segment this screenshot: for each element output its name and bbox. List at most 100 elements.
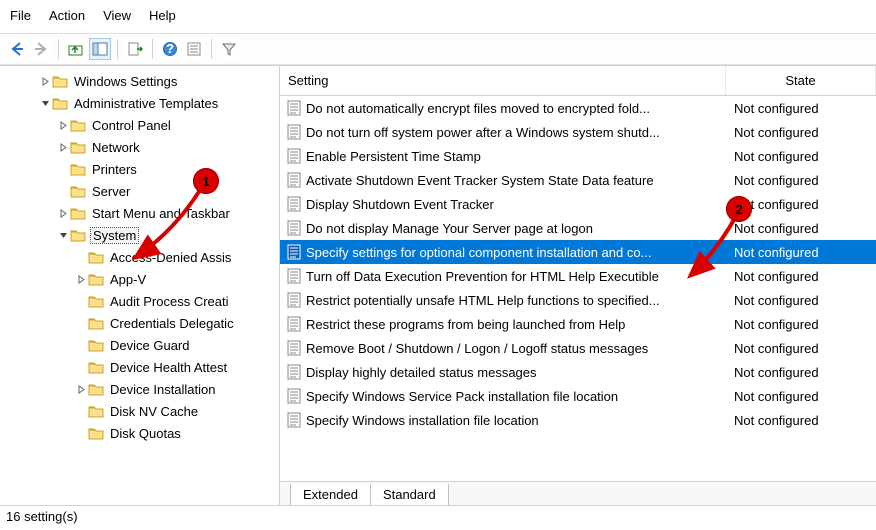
tree-expander-icon[interactable] — [56, 209, 70, 218]
tree-pane[interactable]: Windows SettingsAdministrative Templates… — [0, 66, 280, 505]
settings-row[interactable]: Restrict these programs from being launc… — [280, 312, 876, 336]
folder-icon — [52, 74, 68, 88]
tree-node[interactable]: System — [2, 224, 277, 246]
settings-row[interactable]: Restrict potentially unsafe HTML Help fu… — [280, 288, 876, 312]
toolbar-up-button[interactable] — [65, 38, 87, 60]
settings-row[interactable]: Specify Windows Service Pack installatio… — [280, 384, 876, 408]
toolbar-separator — [152, 39, 153, 59]
tree-node[interactable]: Server — [2, 180, 277, 202]
settings-row[interactable]: Specify Windows installation file locati… — [280, 408, 876, 432]
toolbar-help-button[interactable]: ? — [159, 38, 181, 60]
policy-icon — [286, 196, 302, 212]
toolbar-showhide-button[interactable] — [89, 38, 111, 60]
setting-state: Not configured — [726, 221, 876, 236]
tree-node[interactable]: Disk Quotas — [2, 422, 277, 444]
settings-row[interactable]: Turn off Data Execution Prevention for H… — [280, 264, 876, 288]
toolbar-separator — [211, 39, 212, 59]
tree-node[interactable]: Credentials Delegatic — [2, 312, 277, 334]
forward-arrow-icon — [33, 41, 49, 57]
folder-icon — [70, 184, 86, 198]
settings-row[interactable]: Specify settings for optional component … — [280, 240, 876, 264]
policy-icon — [286, 124, 302, 140]
settings-row[interactable]: Remove Boot / Shutdown / Logon / Logoff … — [280, 336, 876, 360]
tree-node[interactable]: Windows Settings — [2, 70, 277, 92]
folder-icon — [88, 294, 104, 308]
setting-name: Display highly detailed status messages — [306, 365, 726, 380]
policy-icon — [286, 268, 302, 284]
settings-row[interactable]: Display highly detailed status messagesN… — [280, 360, 876, 384]
tree-node[interactable]: Administrative Templates — [2, 92, 277, 114]
policy-icon — [286, 412, 302, 428]
tree-expander-icon[interactable] — [74, 385, 88, 394]
tree-node[interactable]: Disk NV Cache — [2, 400, 277, 422]
tree-node[interactable]: Device Installation — [2, 378, 277, 400]
list-header: Setting State — [280, 66, 876, 96]
folder-icon — [88, 338, 104, 352]
folder-icon — [70, 206, 86, 220]
policy-icon — [286, 172, 302, 188]
tree-node[interactable]: Control Panel — [2, 114, 277, 136]
menu-action[interactable]: Action — [49, 8, 85, 23]
setting-state: Not configured — [726, 317, 876, 332]
settings-row[interactable]: Display Shutdown Event TrackerNot config… — [280, 192, 876, 216]
folder-icon — [70, 118, 86, 132]
tree-node-label: Credentials Delegatic — [108, 316, 236, 331]
tree-expander-icon[interactable] — [38, 99, 52, 108]
setting-state: Not configured — [726, 197, 876, 212]
tree-expander-icon[interactable] — [38, 77, 52, 86]
folder-icon — [88, 316, 104, 330]
column-header-setting[interactable]: Setting — [280, 66, 726, 95]
tab-standard[interactable]: Standard — [370, 484, 449, 505]
settings-row[interactable]: Activate Shutdown Event Tracker System S… — [280, 168, 876, 192]
toolbar-filter-button[interactable] — [218, 38, 240, 60]
list-pane: Setting State Do not automatically encry… — [280, 66, 876, 505]
toolbar-back-button[interactable] — [6, 38, 28, 60]
status-bar: 16 setting(s) — [0, 505, 876, 527]
tree-node[interactable]: Access-Denied Assis — [2, 246, 277, 268]
menu-help[interactable]: Help — [149, 8, 176, 23]
setting-name: Enable Persistent Time Stamp — [306, 149, 726, 164]
tree-node[interactable]: Device Guard — [2, 334, 277, 356]
list-body[interactable]: Do not automatically encrypt files moved… — [280, 96, 876, 481]
tree-node[interactable]: App-V — [2, 268, 277, 290]
tree-node[interactable]: Device Health Attest — [2, 356, 277, 378]
setting-state: Not configured — [726, 101, 876, 116]
setting-name: Turn off Data Execution Prevention for H… — [306, 269, 726, 284]
tree-expander-icon[interactable] — [56, 231, 70, 240]
toolbar-export-button[interactable] — [124, 38, 146, 60]
menu-file[interactable]: File — [10, 8, 31, 23]
menu-view[interactable]: View — [103, 8, 131, 23]
folder-icon — [70, 228, 86, 242]
tree-node-label: Device Guard — [108, 338, 191, 353]
toolbar-forward-button[interactable] — [30, 38, 52, 60]
tree-expander-icon[interactable] — [74, 275, 88, 284]
policy-icon — [286, 100, 302, 116]
setting-state: Not configured — [726, 413, 876, 428]
tree-node[interactable]: Start Menu and Taskbar — [2, 202, 277, 224]
setting-name: Specify Windows installation file locati… — [306, 413, 726, 428]
setting-state: Not configured — [726, 365, 876, 380]
help-icon: ? — [162, 41, 178, 57]
settings-row[interactable]: Enable Persistent Time StampNot configur… — [280, 144, 876, 168]
settings-row[interactable]: Do not display Manage Your Server page a… — [280, 216, 876, 240]
tree-node-label: System — [90, 227, 139, 244]
pane-icon — [92, 41, 108, 57]
tab-extended[interactable]: Extended — [290, 484, 371, 505]
tree-node[interactable]: Audit Process Creati — [2, 290, 277, 312]
tree-node[interactable]: Network — [2, 136, 277, 158]
column-header-state[interactable]: State — [726, 66, 876, 95]
tree-expander-icon[interactable] — [56, 121, 70, 130]
policy-icon — [286, 292, 302, 308]
settings-row[interactable]: Do not automatically encrypt files moved… — [280, 96, 876, 120]
policy-icon — [286, 220, 302, 236]
folder-icon — [88, 426, 104, 440]
policy-icon — [286, 340, 302, 356]
tree-node[interactable]: Printers — [2, 158, 277, 180]
setting-state: Not configured — [726, 125, 876, 140]
folder-icon — [70, 162, 86, 176]
settings-row[interactable]: Do not turn off system power after a Win… — [280, 120, 876, 144]
toolbar-properties-button[interactable] — [183, 38, 205, 60]
setting-state: Not configured — [726, 245, 876, 260]
tree-node-label: Network — [90, 140, 142, 155]
tree-expander-icon[interactable] — [56, 143, 70, 152]
